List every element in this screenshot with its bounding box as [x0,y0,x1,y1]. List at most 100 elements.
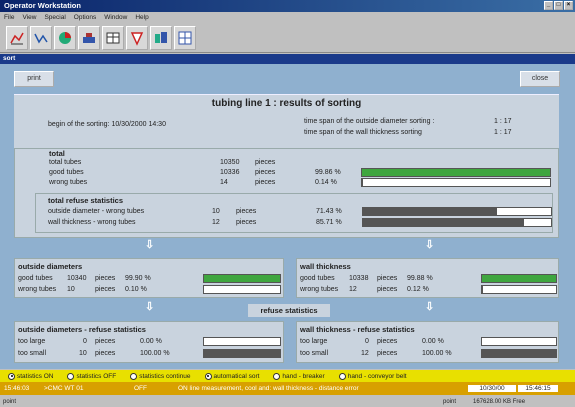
wall-wrong-bar [362,218,552,227]
wall-large-pct: 0.00 % [422,338,444,345]
message-state: OFF [134,385,147,392]
message-bar: 15:46:03 >CMC WT 01 OFF ON line measurem… [0,382,575,395]
od-good-value: 10340 [67,275,87,282]
maximize-button[interactable]: □ [554,1,563,10]
wall-good-bar [481,274,557,283]
print-button[interactable]: print [14,71,54,87]
good-tubes-bar [361,168,551,177]
menu-window[interactable]: Window [104,12,127,23]
radio-icon[interactable] [273,372,281,380]
statistics-off-option[interactable]: statistics OFF [67,372,116,380]
radio-icon[interactable] [8,372,15,380]
od-good-bar [203,274,281,283]
statistics-on-option[interactable]: statistics ON [8,372,53,380]
total-tubes-label: total tubes [49,159,82,166]
wrong-tubes-unit: pieces [255,179,276,186]
wall-good-unit: pieces [377,275,398,282]
shield-icon[interactable] [126,26,148,50]
od-small-unit: pieces [95,350,116,357]
wall-span-label: time span of the wall thickness sorting [304,129,422,136]
close-button[interactable]: close [520,71,560,87]
wall-small-bar [481,349,557,358]
wall-small-pct: 100.00 % [422,350,452,357]
good-tubes-value: 10336 [220,169,240,176]
wall-wrong-label: wrong tubes [300,286,339,293]
refuse-panel: total refuse statistics outside diameter… [35,193,553,233]
automatical-sort-option[interactable]: automatical sort [204,372,259,380]
footer-bar: point point 167628.00 KB Free [0,396,575,407]
bundle-icon[interactable] [150,26,172,50]
machine-icon[interactable] [78,26,100,50]
od-wrong-value: 10 [212,208,220,215]
menu-special[interactable]: Special [44,12,65,23]
wall-large-value: 0 [365,338,369,345]
options-bar: statistics ON statistics OFF statistics … [0,370,575,382]
menu-options[interactable]: Options [74,12,96,23]
arrow-down-icon: ⇩ [145,301,155,313]
total-tubes-value: 10350 [220,159,240,166]
results-header: tubing line 1 : results of sorting begin… [14,94,559,150]
od-good-pct: 99.90 % [125,275,151,282]
od-wrong-unit: pieces [236,208,257,215]
od-wrong-unit: pieces [95,286,116,293]
od-large-unit: pieces [95,338,116,345]
wall-wrong-pct: 0.12 % [407,286,429,293]
wrong-tubes-pct: 0.14 % [315,179,337,186]
wall-good-bar-fill [482,275,556,282]
wall-good-label: good tubes [300,275,335,282]
begin-label: begin of the sorting: [48,121,110,128]
message-date: 10/30/00 [468,385,516,392]
wall-wrong-unit: pieces [236,219,257,226]
total-panel: total total tubes 10350 pieces good tube… [14,148,559,238]
schema-icon[interactable] [174,26,196,50]
hand-conveyor-option[interactable]: hand - conveyor belt [338,372,407,380]
menu-file[interactable]: File [4,12,14,23]
table-icon[interactable] [102,26,124,50]
close-window-button[interactable]: × [564,1,573,10]
radio-icon[interactable] [67,372,75,380]
good-tubes-bar-fill [362,169,550,176]
od-large-value: 0 [83,338,87,345]
footer-left: point [3,398,17,405]
graph-icon[interactable] [30,26,52,50]
od-wrong-value: 10 [67,286,75,293]
message-text: ON line measurement, cool and: wall thic… [178,385,359,392]
od-wrong-bar [203,285,281,294]
od-small-bar [203,349,281,358]
hand-breaker-option[interactable]: hand - breaker [273,372,325,380]
minimize-button[interactable]: _ [544,1,553,10]
menu-view[interactable]: View [22,12,36,23]
toolbar [0,23,575,53]
od-large-label: too large [18,338,46,345]
od-good-bar-fill [204,275,280,282]
statistics-continue-option[interactable]: statistics continue [130,372,191,380]
od-span-value: 1 : 17 [494,118,512,125]
window-title: Operator Workstation [4,1,81,10]
od-refuse-title: outside diameters - refuse statistics [18,325,146,334]
od-small-pct: 100.00 % [140,350,170,357]
begin-date: 10/30/2000 [111,121,147,128]
wall-refuse-panel: wall thickness - refuse statistics too l… [296,321,559,363]
total-title: total [49,149,65,158]
wall-large-unit: pieces [377,338,398,345]
wall-wrong-bar-fill [363,219,525,226]
radio-icon[interactable] [204,372,212,380]
radio-icon[interactable] [338,372,346,380]
good-tubes-label: good tubes [49,169,84,176]
od-good-label: good tubes [18,275,53,282]
footer-free: 167628.00 KB Free [473,398,526,405]
wall-wrong-pct: 85.71 % [316,219,342,226]
menu-help[interactable]: Help [135,12,148,23]
refuse-title: total refuse statistics [48,196,124,205]
wall-large-label: too large [300,338,328,345]
radio-icon[interactable] [130,372,138,380]
wall-refuse-title: wall thickness - refuse statistics [300,325,415,334]
pie-icon[interactable] [54,26,76,50]
wrong-tubes-value: 14 [220,179,228,186]
od-small-bar-fill [204,350,280,357]
wall-wrong-value: 12 [349,286,357,293]
chart-icon[interactable] [6,26,28,50]
footer-mid: point [443,398,457,405]
od-refuse-panel: outside diameters - refuse statistics to… [14,321,284,363]
wall-title: wall thickness [300,262,351,271]
